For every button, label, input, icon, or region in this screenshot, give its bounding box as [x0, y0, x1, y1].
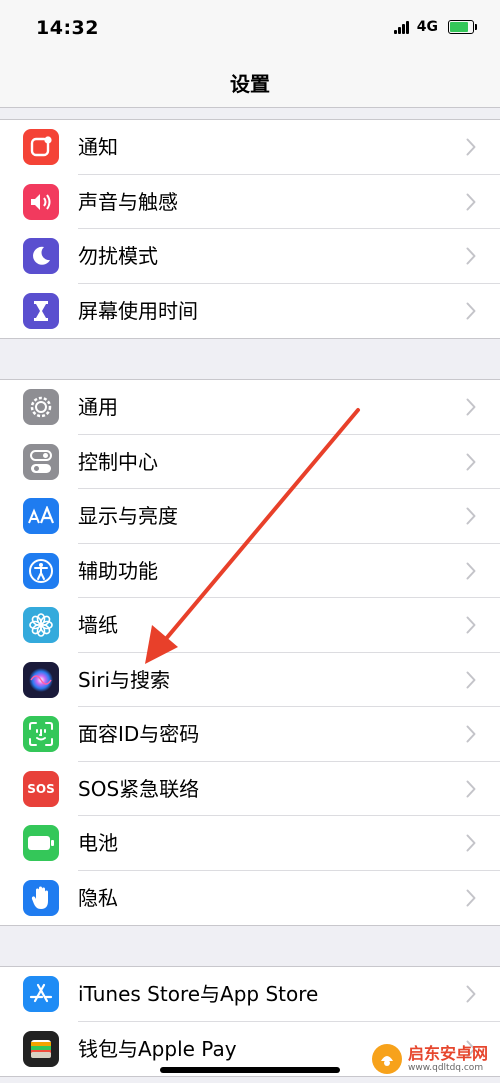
text-size-icon: [23, 498, 59, 534]
battery-icon: [23, 825, 59, 861]
settings-row-general[interactable]: 通用: [0, 380, 500, 435]
network-type: 4G: [416, 19, 438, 35]
hand-icon: [23, 879, 59, 916]
sos-icon: SOS: [23, 770, 59, 807]
chevron-right-icon: [466, 725, 476, 743]
settings-row-control-center[interactable]: 控制中心: [0, 435, 500, 489]
status-time: 14:32: [36, 17, 99, 39]
settings-row-notifications[interactable]: 通知: [0, 120, 500, 175]
signal-icon: [393, 20, 409, 34]
chevron-right-icon: [466, 247, 476, 265]
row-label: iTunes Store与App Store: [78, 982, 319, 1006]
row-label: 面容ID与密码: [78, 722, 200, 746]
face-id-icon: [23, 716, 59, 752]
sound-icon: [23, 183, 59, 220]
chevron-right-icon: [466, 562, 476, 579]
watermark-title: 启东安卓网: [408, 1043, 489, 1063]
siri-icon: [23, 661, 59, 698]
settings-row-battery[interactable]: 电池: [0, 816, 500, 871]
chevron-right-icon: [466, 834, 476, 852]
chevron-right-icon: [466, 985, 476, 1003]
settings-row-app-store[interactable]: iTunes Store与App Store: [0, 967, 500, 1022]
settings-row-siri[interactable]: Siri与搜索: [0, 653, 500, 707]
battery-status-icon: [448, 20, 477, 34]
row-label: 通知: [78, 135, 118, 159]
settings-row-sound[interactable]: 声音与触感: [0, 175, 500, 229]
settings-row-display[interactable]: 显示与亮度: [0, 489, 500, 544]
watermark-url: www.qdltdq.com: [408, 1062, 484, 1073]
settings-group-1: 通知 声音与触感 勿扰模式 屏幕使用时间: [0, 119, 500, 339]
page-title: 设置: [230, 72, 270, 96]
chevron-right-icon: [466, 780, 476, 797]
watermark-logo-icon: [372, 1044, 402, 1074]
status-bar: 14:32 4G: [0, 0, 500, 60]
chevron-right-icon: [466, 507, 476, 525]
settings-row-privacy[interactable]: 隐私: [0, 871, 500, 926]
settings-row-accessibility[interactable]: 辅助功能: [0, 544, 500, 598]
row-label: SOS紧急联络: [78, 776, 200, 801]
row-label: 辅助功能: [78, 558, 158, 583]
settings-row-emergency-sos[interactable]: SOS SOS紧急联络: [0, 762, 500, 816]
row-label: 电池: [78, 831, 118, 855]
row-label: Siri与搜索: [78, 667, 171, 692]
row-label: 勿扰模式: [78, 244, 158, 268]
settings-row-screen-time[interactable]: 屏幕使用时间: [0, 284, 500, 339]
chevron-right-icon: [466, 302, 476, 319]
accessibility-icon: [23, 552, 59, 589]
flower-icon: [23, 607, 59, 643]
sos-icon-text: SOS: [27, 781, 55, 796]
watermark: 启东安卓网 www.qdltdq.com: [372, 1044, 488, 1074]
chevron-right-icon: [466, 616, 476, 634]
app-store-icon: [23, 976, 59, 1012]
row-label: 显示与亮度: [78, 504, 178, 528]
row-label: 声音与触感: [78, 189, 178, 214]
chevron-right-icon: [466, 398, 476, 416]
chevron-right-icon: [466, 193, 476, 210]
row-label: 屏幕使用时间: [78, 298, 198, 323]
chevron-right-icon: [466, 138, 476, 156]
notifications-icon: [23, 129, 59, 165]
row-label: 控制中心: [78, 449, 158, 474]
settings-row-face-id[interactable]: 面容ID与密码: [0, 707, 500, 762]
hourglass-icon: [23, 292, 59, 329]
settings-row-wallpaper[interactable]: 墙纸: [0, 598, 500, 653]
row-label: 隐私: [78, 885, 118, 910]
chevron-right-icon: [466, 889, 476, 906]
moon-icon: [23, 238, 59, 274]
toggles-icon: [23, 443, 59, 480]
status-indicators: 4G: [393, 19, 477, 35]
navigation-bar: 设置: [0, 60, 500, 108]
chevron-right-icon: [466, 453, 476, 470]
settings-group-2: 通用 控制中心 显示与亮度 辅助功能 墙纸 Siri与搜索 面容ID与密码 SO…: [0, 379, 500, 926]
home-indicator[interactable]: [160, 1067, 340, 1073]
row-label: 通用: [78, 395, 118, 419]
row-label: 墙纸: [78, 613, 118, 637]
chevron-right-icon: [466, 671, 476, 688]
gear-icon: [23, 389, 59, 425]
wallet-icon: [23, 1030, 59, 1067]
settings-row-do-not-disturb[interactable]: 勿扰模式: [0, 229, 500, 284]
